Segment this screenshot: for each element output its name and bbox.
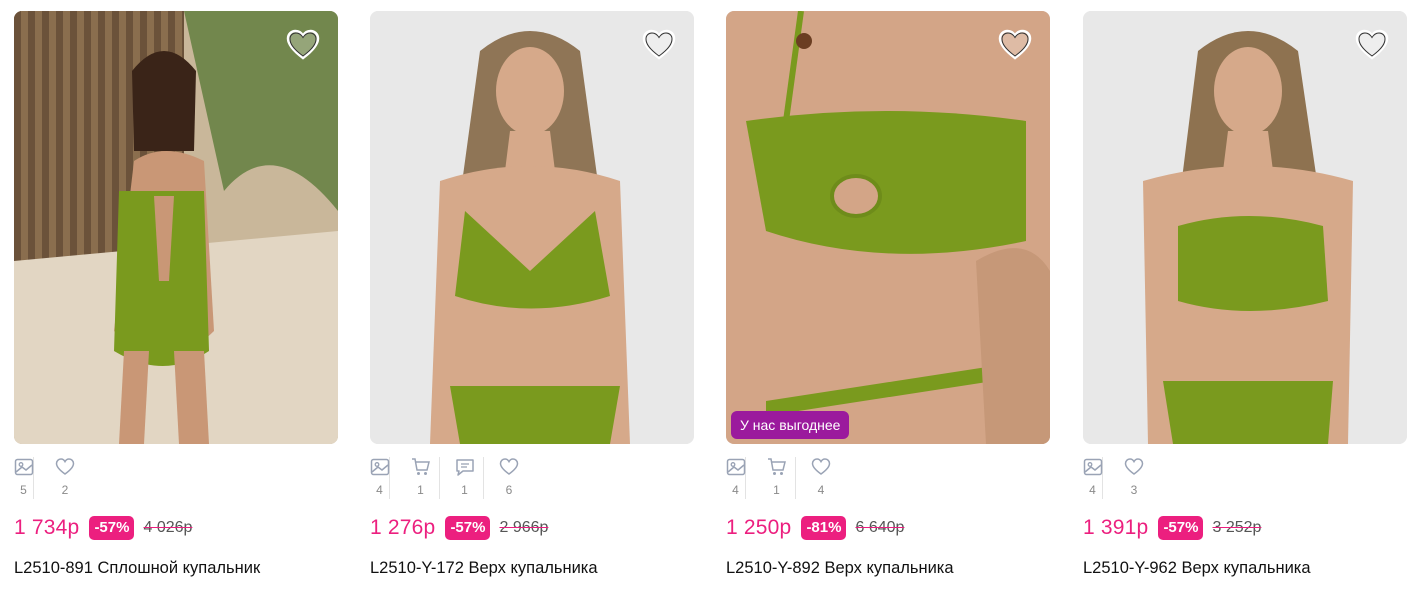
product-stats: 4 3 bbox=[1083, 457, 1159, 499]
product-stats: 4 1 1 6 bbox=[370, 457, 534, 499]
favorite-heart-icon[interactable] bbox=[286, 29, 320, 61]
price-row: 1 734р -57% 4 026р bbox=[14, 516, 192, 540]
stat-photos[interactable]: 4 bbox=[370, 457, 390, 499]
product-title[interactable]: L2510-Y-892 Верх купальника bbox=[726, 559, 954, 578]
favorite-heart-icon[interactable] bbox=[998, 29, 1032, 61]
stat-photos[interactable]: 4 bbox=[1083, 457, 1103, 499]
stat-count: 1 bbox=[461, 483, 468, 497]
stat-cart[interactable]: 1 bbox=[758, 457, 796, 499]
stat-comments[interactable]: 1 bbox=[446, 457, 484, 499]
stat-count: 2 bbox=[61, 483, 69, 497]
photo-icon bbox=[726, 458, 745, 476]
discount-badge: -57% bbox=[1158, 516, 1204, 540]
current-price: 1 391р bbox=[1083, 516, 1149, 539]
price-row: 1 276р -57% 2 966р bbox=[370, 516, 548, 540]
stat-likes[interactable]: 4 bbox=[802, 457, 840, 499]
stat-count: 5 bbox=[20, 483, 27, 497]
price-row: 1 250р -81% 6 640р bbox=[726, 516, 904, 540]
stat-count: 4 bbox=[376, 483, 383, 497]
favorite-heart-icon[interactable] bbox=[642, 29, 676, 61]
stat-count: 3 bbox=[1130, 483, 1138, 497]
photo-icon bbox=[1083, 458, 1102, 476]
stat-cart[interactable]: 1 bbox=[402, 457, 440, 499]
stat-likes[interactable]: 6 bbox=[490, 457, 528, 499]
product-photo bbox=[370, 11, 694, 444]
product-card[interactable]: 5 2 1 734р -57% 4 026р L2510-891 Сплошно… bbox=[14, 11, 338, 577]
product-stats: 5 2 bbox=[14, 457, 90, 499]
discount-badge: -57% bbox=[89, 516, 135, 540]
product-photo bbox=[14, 11, 338, 444]
current-price: 1 734р bbox=[14, 516, 80, 539]
old-price: 3 252р bbox=[1212, 519, 1262, 536]
product-card[interactable]: 4 3 1 391р -57% 3 252р L2510-Y-962 Верх … bbox=[1083, 11, 1407, 577]
heart-icon bbox=[811, 458, 831, 475]
photo-icon bbox=[14, 458, 33, 476]
stat-photos[interactable]: 4 bbox=[726, 457, 746, 499]
stat-count: 1 bbox=[417, 483, 424, 497]
stat-count: 6 bbox=[505, 483, 513, 497]
cart-icon bbox=[767, 458, 786, 475]
discount-badge: -57% bbox=[445, 516, 491, 540]
product-photo bbox=[726, 11, 1050, 444]
discount-badge: -81% bbox=[801, 516, 847, 540]
promo-badge: У нас выгоднее bbox=[731, 411, 850, 439]
product-image[interactable] bbox=[370, 11, 694, 444]
stat-likes[interactable]: 3 bbox=[1115, 457, 1153, 499]
price-row: 1 391р -57% 3 252р bbox=[1083, 516, 1261, 540]
heart-icon bbox=[499, 458, 519, 475]
old-price: 4 026р bbox=[143, 519, 193, 536]
product-photo bbox=[1083, 11, 1407, 444]
photo-icon bbox=[370, 458, 389, 476]
current-price: 1 276р bbox=[370, 516, 436, 539]
product-title[interactable]: L2510-Y-172 Верх купальника bbox=[370, 559, 598, 578]
favorite-heart-icon[interactable] bbox=[1355, 29, 1389, 61]
product-image[interactable] bbox=[14, 11, 338, 444]
old-price: 2 966р bbox=[499, 519, 549, 536]
product-image[interactable] bbox=[1083, 11, 1407, 444]
stat-count: 4 bbox=[1089, 483, 1096, 497]
cart-icon bbox=[411, 458, 430, 475]
old-price: 6 640р bbox=[855, 519, 905, 536]
stat-likes[interactable]: 2 bbox=[46, 457, 84, 499]
product-title[interactable]: L2510-Y-962 Верх купальника bbox=[1083, 559, 1311, 578]
product-stats: 4 1 4 bbox=[726, 457, 846, 499]
product-title[interactable]: L2510-891 Сплошной купальник bbox=[14, 559, 260, 578]
comment-icon bbox=[455, 459, 474, 476]
heart-icon bbox=[1124, 458, 1144, 475]
stat-photos[interactable]: 5 bbox=[14, 457, 34, 499]
product-card[interactable]: У нас выгоднее 4 1 4 1 250р -81% 6 640р … bbox=[726, 11, 1050, 577]
heart-icon bbox=[55, 458, 75, 475]
stat-count: 4 bbox=[817, 483, 825, 497]
product-image[interactable]: У нас выгоднее bbox=[726, 11, 1050, 444]
stat-count: 4 bbox=[732, 483, 739, 497]
stat-count: 1 bbox=[773, 483, 780, 497]
product-card[interactable]: 4 1 1 6 1 276р -57% 2 966р L2510-Y-172 В… bbox=[370, 11, 694, 577]
current-price: 1 250р bbox=[726, 516, 792, 539]
